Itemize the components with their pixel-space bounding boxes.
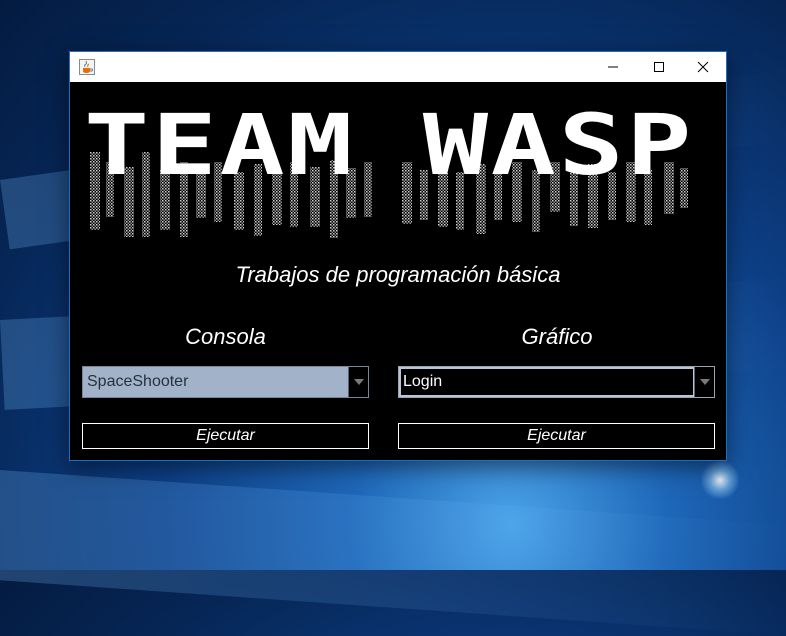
console-dropdown-button[interactable]: [348, 367, 368, 397]
main-panel: TEAM WASP Trabajos de programación básic…: [70, 82, 726, 460]
graphic-program-select[interactable]: Login: [398, 366, 715, 398]
console-program-select[interactable]: SpaceShooter: [82, 366, 369, 398]
close-icon: [697, 61, 709, 73]
maximize-icon: [654, 62, 664, 72]
java-cup-icon: [79, 59, 95, 75]
minimize-icon: [608, 66, 618, 68]
focus-ring: [399, 367, 695, 397]
close-button[interactable]: [680, 52, 726, 82]
maximize-button[interactable]: [636, 52, 682, 82]
logo-text: TEAM WASP: [84, 96, 694, 194]
chevron-down-icon: [353, 379, 364, 385]
light-glow: [700, 460, 740, 500]
title-bar[interactable]: [70, 52, 726, 82]
graphic-selected-value: Login: [403, 373, 443, 390]
chevron-down-icon: [699, 379, 710, 385]
app-window: TEAM WASP Trabajos de programación básic…: [69, 51, 727, 461]
graphic-run-button[interactable]: Ejecutar: [398, 423, 715, 449]
team-wasp-logo: TEAM WASP: [84, 96, 694, 238]
console-label: Consola: [185, 324, 266, 349]
console-selected-value: SpaceShooter: [87, 373, 189, 390]
graphic-label: Gráfico: [521, 324, 593, 349]
subtitle: Trabajos de programación básica: [235, 262, 561, 287]
minimize-button[interactable]: [590, 52, 636, 82]
console-run-button[interactable]: Ejecutar: [82, 423, 369, 449]
graphic-dropdown-button[interactable]: [694, 367, 714, 397]
